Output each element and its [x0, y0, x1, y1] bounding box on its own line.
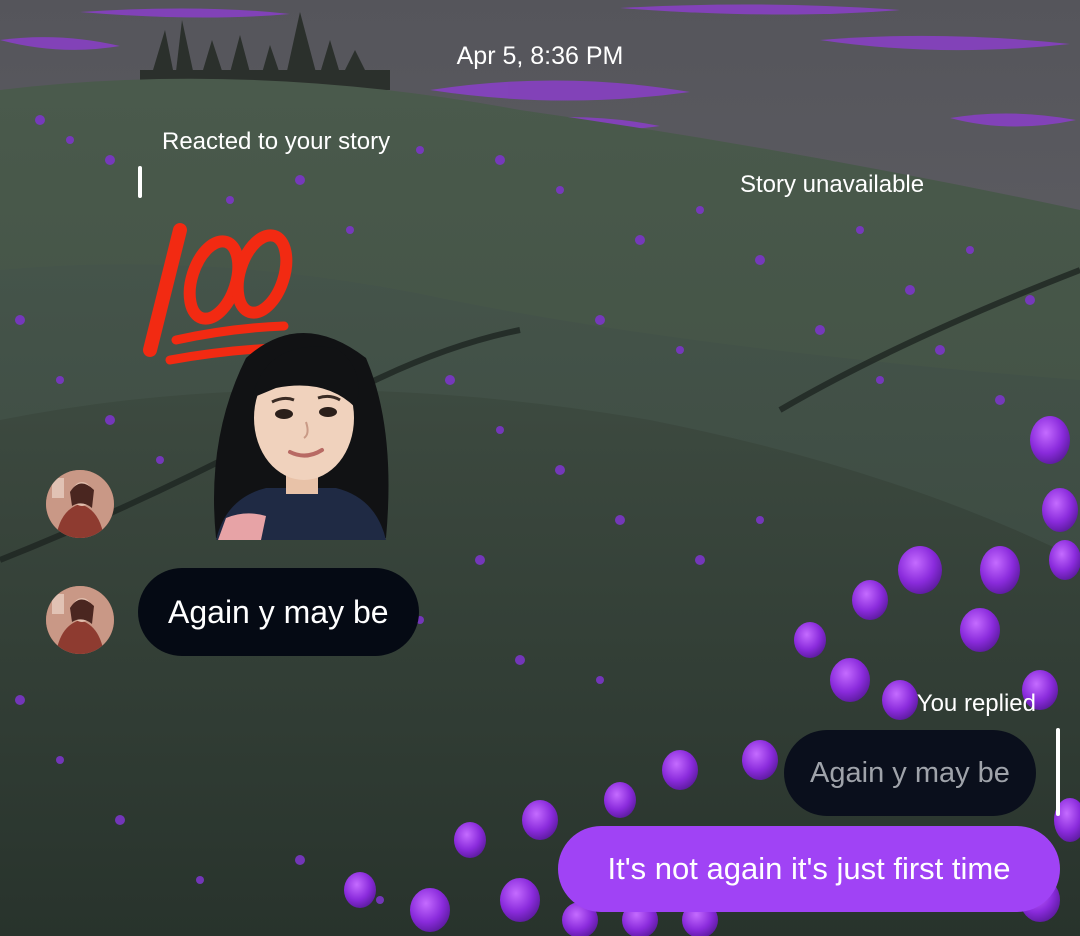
- contact-avatar[interactable]: [46, 586, 114, 654]
- story-reference-bar: [138, 166, 142, 198]
- message-timestamp: Apr 5, 8:36 PM: [456, 42, 624, 70]
- avatar-sticker: [214, 333, 389, 540]
- reaction-context-label: Reacted to your story: [162, 128, 391, 155]
- incoming-message-bubble[interactable]: Again y may be: [138, 568, 419, 656]
- reply-context-label: You replied: [916, 690, 1036, 717]
- outgoing-message-bubble[interactable]: It's not again it's just first time: [558, 826, 1060, 912]
- story-unavailable-label[interactable]: Story unavailable: [740, 171, 924, 199]
- reply-reference-bar: [1056, 728, 1060, 816]
- contact-avatar[interactable]: [46, 470, 114, 538]
- chat-screen: Apr 5, 8:36 PM Reacted to your story Sto…: [0, 0, 1080, 936]
- quoted-message-bubble[interactable]: Again y may be: [784, 730, 1036, 816]
